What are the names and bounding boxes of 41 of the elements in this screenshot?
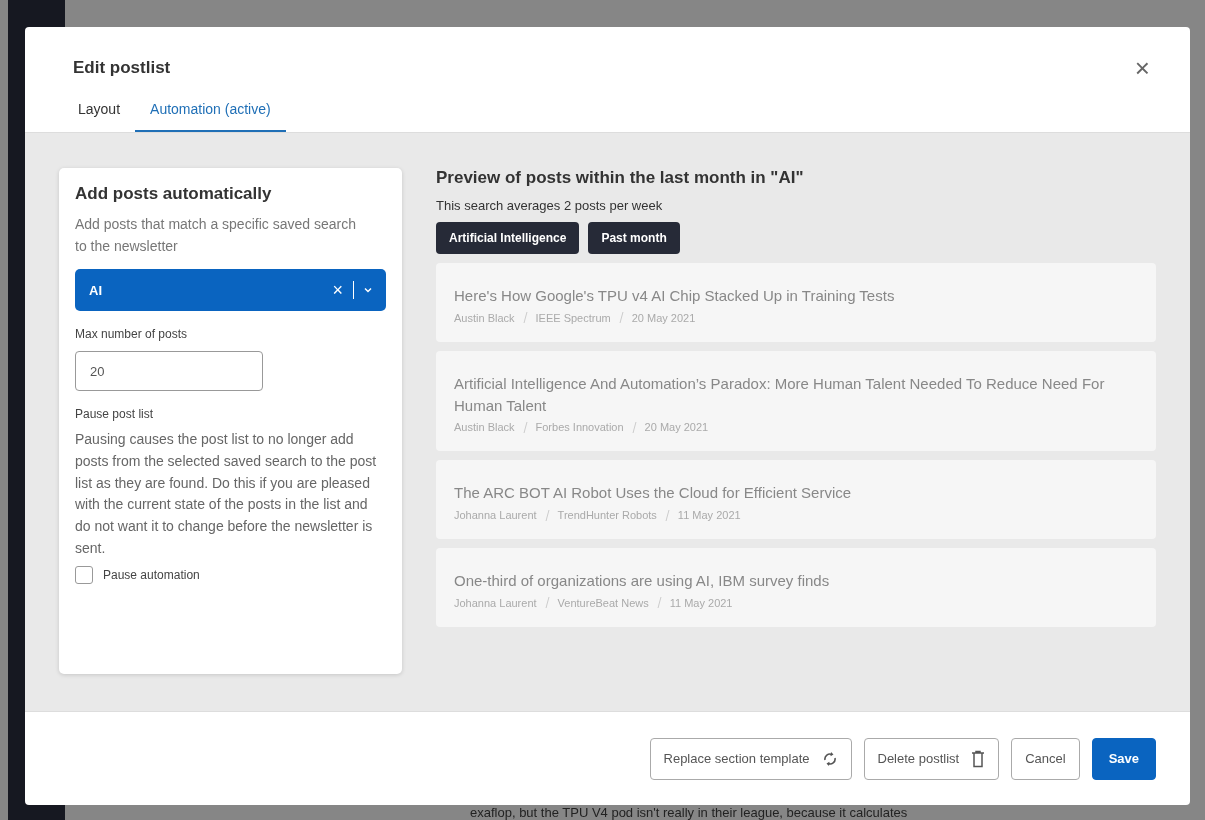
- post-source: TrendHunter Robots: [557, 509, 657, 521]
- close-button[interactable]: ×: [1130, 55, 1154, 81]
- field-label: Max number of posts: [75, 327, 189, 342]
- post-source: Forbes Innovation: [535, 421, 624, 434]
- post-title: Here's How Google's TPU v4 AI Chip Stacked Up in Training Tests: [454, 286, 896, 306]
- cancel-button[interactable]: Cancel: [1011, 737, 1080, 780]
- post-title: Artificial Intelligence And Automation’s Paradox: More Human Talent Needed To Reduce Need For Human Talent: [454, 373, 1106, 416]
- max-posts-input[interactable]: 20: [75, 351, 263, 392]
- pause-checkbox[interactable]: [75, 565, 93, 584]
- post-date: 11 May 2021: [677, 509, 741, 521]
- checkbox-label: Pause automation: [103, 567, 200, 582]
- card-description: Add posts that match a specific saved search to the newsletter: [75, 215, 357, 256]
- pause-description: Pausing causes the post list to no longer add posts from the selected saved search to the post list as they are found. Do this if you are pleased with the current state of the posts in the list and do not want it to change before the newsletter is sent.: [75, 430, 378, 558]
- post-date: 20 May 2021: [644, 421, 709, 434]
- chevron-down-icon[interactable]: [364, 287, 372, 294]
- saved-search-select[interactable]: AI ×: [75, 269, 386, 312]
- card-title: Add posts automatically: [75, 184, 273, 204]
- post-title: The ARC BOT AI Robot Uses the Cloud for Efficient Service: [454, 483, 853, 504]
- filter-tag: Past month: [588, 222, 680, 254]
- preview-title: Preview of posts within the last month in "AI": [436, 168, 805, 188]
- post-date: 11 May 2021: [669, 596, 733, 609]
- tab[interactable]: Layout: [63, 95, 136, 132]
- dialog-title: Edit postlist: [73, 58, 171, 78]
- post-source: VentureBeat News: [557, 596, 649, 609]
- post-source: IEEE Spectrum: [535, 311, 611, 324]
- post-author: Austin Black: [454, 421, 515, 434]
- filter-tag: Artificial Intelligence: [436, 222, 580, 254]
- post-title: One-third of organizations are using AI, IBM survey finds: [454, 571, 831, 591]
- replace-button[interactable]: Replace section template: [649, 737, 852, 780]
- post-author: Johanna Laurent: [454, 509, 537, 521]
- post-author: Austin Black: [454, 311, 515, 324]
- field-label: Pause post list: [75, 407, 155, 422]
- clear-button[interactable]: ×: [332, 279, 343, 301]
- preview-subtitle: This search averages 2 posts per week: [436, 198, 664, 213]
- save-button[interactable]: Save: [1091, 737, 1156, 780]
- select-value: AI: [89, 282, 103, 298]
- trash-icon: [971, 749, 986, 768]
- background-text: exaflop, but the TPU V4 pod isn't really in their league, because it calculates: [470, 805, 908, 820]
- delete-button[interactable]: Delete postlist: [863, 737, 1000, 780]
- post-date: 20 May 2021: [631, 311, 696, 324]
- post-author: Johanna Laurent: [454, 596, 537, 609]
